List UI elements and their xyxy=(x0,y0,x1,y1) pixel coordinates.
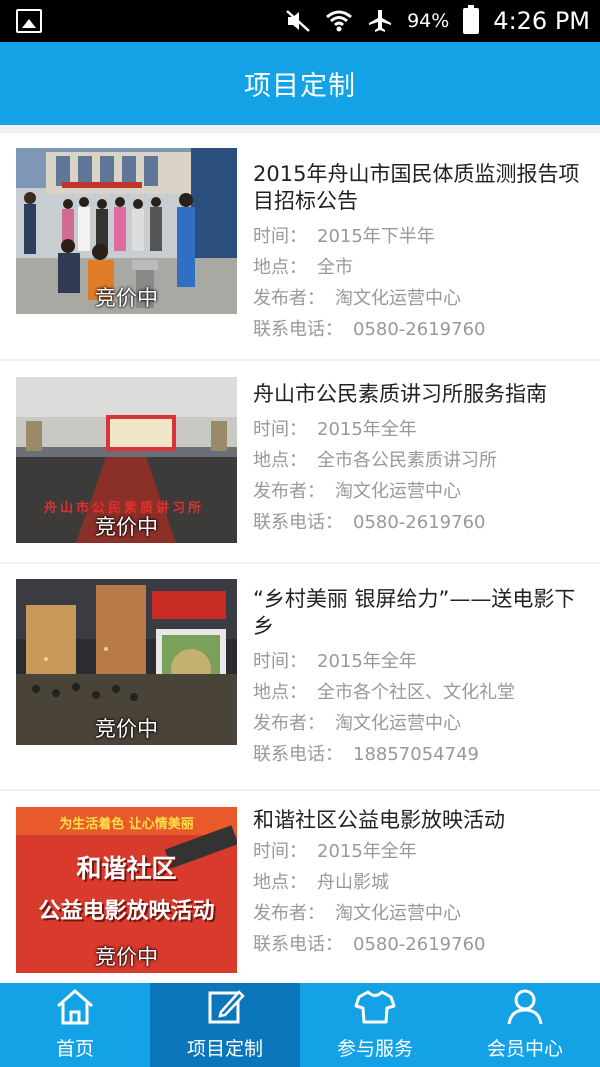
place-row: 地点： 全市各个社区、文化礼堂 xyxy=(253,682,515,703)
edit-icon xyxy=(203,988,247,1030)
publisher-row: 发布者： 淘文化运营中心 xyxy=(253,903,461,924)
poster-line-2: 公益电影放映活动 xyxy=(38,899,215,924)
phone-row: 联系电话： 0580-2619760 xyxy=(253,319,486,340)
tab-member-center[interactable]: 会员中心 xyxy=(450,983,600,1067)
app-header: 项目定制 xyxy=(0,42,600,125)
page-title: 项目定制 xyxy=(244,71,356,102)
project-title: 舟山市公民素质讲习所服务指南 xyxy=(253,382,547,406)
bottom-nav: 首页 项目定制 参与服务 会员中心 xyxy=(0,983,600,1067)
gallery-notification-icon xyxy=(16,9,42,33)
list-item[interactable]: 竞价中 2015年舟山市国民体质监测报告项目招标公告 时间： 2015年下半年 地… xyxy=(0,133,600,359)
project-title: 2015年舟山市国民体质监测报告项目招标公告 xyxy=(253,162,580,213)
place-row: 地点： 舟山影城 xyxy=(253,872,389,893)
user-icon xyxy=(503,988,547,1030)
publisher-row: 发布者： 淘文化运营中心 xyxy=(253,481,461,502)
bidding-status-badge: 竞价中 xyxy=(95,286,158,310)
project-thumbnail: 竞价中 xyxy=(16,148,237,314)
status-bar: 94% 4:26 PM xyxy=(0,0,600,42)
battery-percent: 94% xyxy=(407,10,450,32)
project-thumbnail: 竞价中 xyxy=(16,579,237,745)
phone-row: 联系电话： 0580-2619760 xyxy=(253,512,486,533)
phone-row: 联系电话： 18857054749 xyxy=(253,744,479,765)
phone-row: 联系电话： 0580-2619760 xyxy=(253,934,486,955)
place-row: 地点： 全市 xyxy=(253,257,353,278)
wifi-icon xyxy=(325,0,353,42)
tab-label: 项目定制 xyxy=(186,1038,263,1060)
time-row: 时间： 2015年全年 xyxy=(253,651,417,672)
bidding-status-badge: 竞价中 xyxy=(95,945,158,969)
poster-slogan: 为生活着色 让心情美丽 xyxy=(59,817,194,832)
tab-label: 参与服务 xyxy=(336,1038,413,1060)
list-item[interactable]: 舟山市公民素质讲习所 竞价中 舟山市公民素质讲习所服务指南 时间： 2015年全年… xyxy=(0,361,600,562)
project-title: “乡村美丽 银屏给力”——送电影下乡 xyxy=(253,587,576,638)
battery-icon xyxy=(463,0,480,42)
publisher-row: 发布者： 淘文化运营中心 xyxy=(253,713,461,734)
list-item[interactable]: 为生活着色 让心情美丽 和谐社区 公益电影放映活动 竞价中 和谐社区公益电影放映… xyxy=(0,791,600,983)
project-list[interactable]: 竞价中 2015年舟山市国民体质监测报告项目招标公告 时间： 2015年下半年 地… xyxy=(0,125,600,983)
time-row: 时间： 2015年下半年 xyxy=(253,226,435,247)
list-item[interactable]: 竞价中 “乡村美丽 银屏给力”——送电影下乡 时间： 2015年全年 地点： 全市各… xyxy=(0,564,600,789)
mute-icon xyxy=(285,0,311,42)
home-icon xyxy=(53,988,97,1030)
bidding-status-badge: 竞价中 xyxy=(95,515,158,539)
shirt-icon xyxy=(353,988,397,1030)
tab-label: 首页 xyxy=(55,1038,94,1060)
place-row: 地点： 全市各公民素质讲习所 xyxy=(253,450,497,471)
airplane-mode-icon xyxy=(367,0,393,42)
tab-label: 会员中心 xyxy=(486,1038,563,1060)
publisher-row: 发布者： 淘文化运营中心 xyxy=(253,288,461,309)
project-title: 和谐社区公益电影放映活动 xyxy=(253,808,505,832)
time-row: 时间： 2015年全年 xyxy=(253,419,417,440)
poster-line-1: 和谐社区 xyxy=(76,854,177,883)
tab-participate[interactable]: 参与服务 xyxy=(300,983,450,1067)
clock: 4:26 PM xyxy=(493,7,590,35)
tab-project-custom[interactable]: 项目定制 xyxy=(150,983,300,1067)
time-row: 时间： 2015年全年 xyxy=(253,841,417,862)
project-thumbnail: 为生活着色 让心情美丽 和谐社区 公益电影放映活动 竞价中 xyxy=(16,807,237,973)
tab-home[interactable]: 首页 xyxy=(0,983,150,1067)
project-thumbnail: 舟山市公民素质讲习所 竞价中 xyxy=(16,377,237,543)
bidding-status-badge: 竞价中 xyxy=(95,717,158,741)
